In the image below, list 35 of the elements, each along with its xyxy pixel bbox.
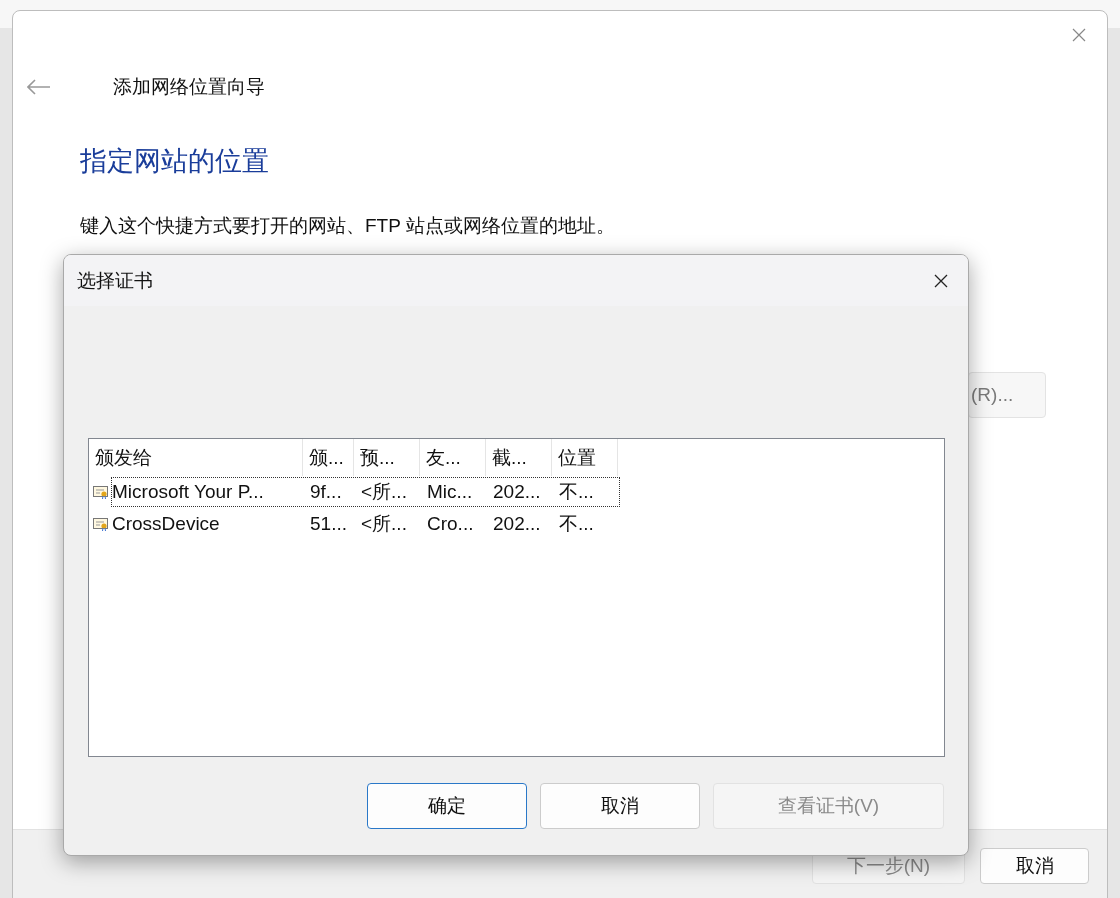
close-button[interactable] [934, 273, 948, 288]
certificate-icon [93, 517, 109, 531]
page-heading: 指定网站的位置 [80, 145, 270, 178]
column-header[interactable]: 友... [420, 439, 486, 476]
back-arrow-icon [27, 79, 51, 95]
column-header[interactable]: 位置 [552, 439, 618, 476]
browse-button[interactable]: (R)... [968, 372, 1046, 418]
dialog-button[interactable]: 确定 [367, 783, 527, 829]
table-cell-text: Cro... [426, 513, 475, 535]
table-cell-text: Mic... [426, 481, 474, 503]
wizard-button[interactable]: 取消 [980, 848, 1089, 884]
certificate-icon [93, 485, 109, 499]
column-header[interactable]: 颁... [303, 439, 354, 476]
table-cell-text: 202... [492, 481, 542, 503]
close-icon [934, 273, 948, 288]
table-cell-text: 不... [558, 512, 595, 536]
table-cell-text: 不... [558, 480, 595, 504]
table-cell-text: 202... [492, 513, 542, 535]
column-header[interactable]: 截... [486, 439, 552, 476]
window-title: 添加网络位置向导 [113, 75, 265, 99]
table-cell-text: 9f... [309, 481, 343, 503]
table-cell-text: <所... [360, 512, 408, 536]
table-cell-text: <所... [360, 480, 408, 504]
certificate-row[interactable]: Microsoft Your P... 9f... <所... Mic... 202... 不... [111, 477, 620, 507]
column-header[interactable]: 预... [354, 439, 420, 476]
dialog-title: 选择证书 [77, 268, 153, 293]
dialog-button[interactable]: 取消 [540, 783, 700, 829]
certificate-row[interactable]: CrossDevice 51... <所... Cro... 202... 不... [111, 509, 620, 539]
table-cell-text: 51... [309, 513, 348, 535]
column-header[interactable]: 颁发给 [89, 439, 303, 476]
table-cell-text: CrossDevice [112, 513, 221, 535]
close-icon [1071, 27, 1087, 43]
back-button[interactable] [27, 79, 51, 95]
table-cell-text: Microsoft Your P... [112, 481, 265, 503]
description-text: 键入这个快捷方式要打开的网站、FTP 站点或网络位置的地址。 [80, 214, 616, 238]
